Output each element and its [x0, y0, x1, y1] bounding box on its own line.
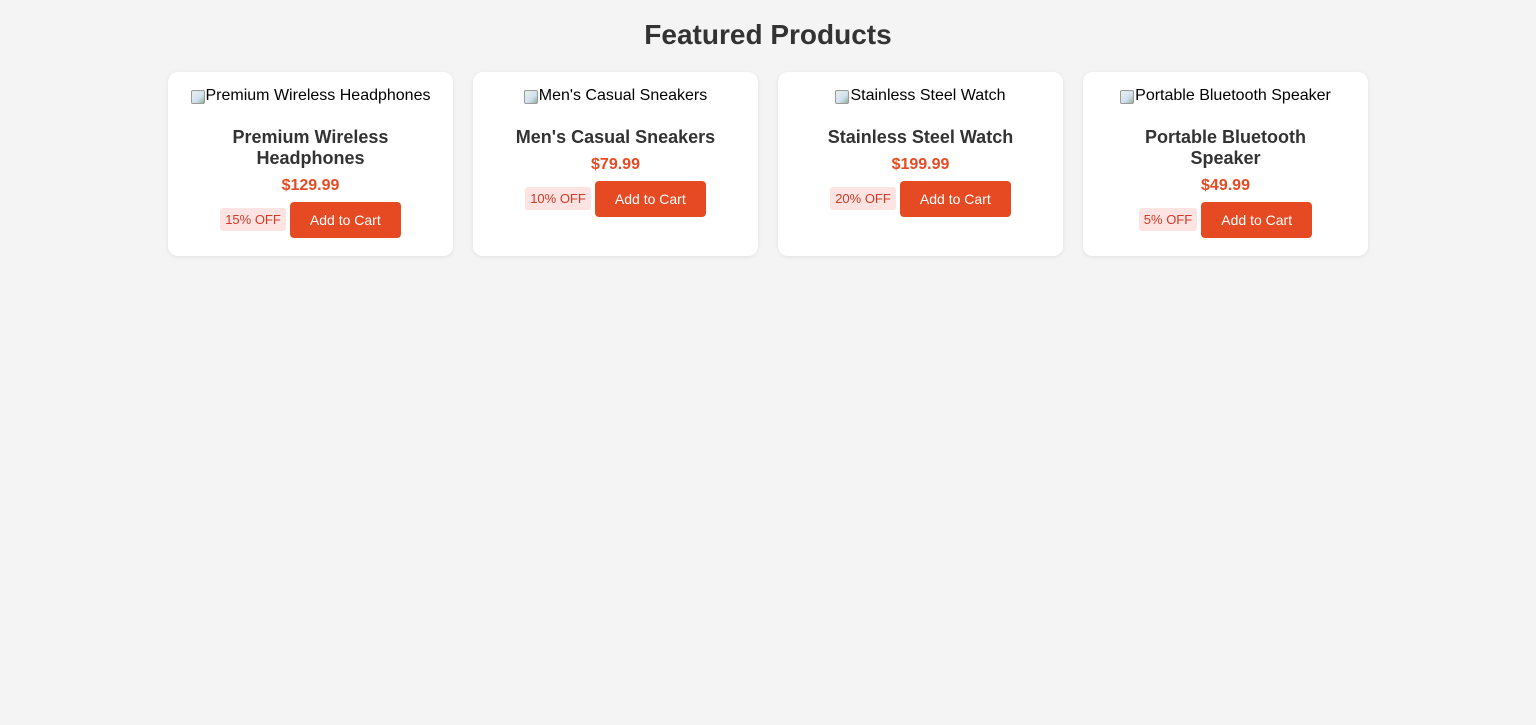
product-actions: 15% OFF Add to Cart [168, 201, 453, 238]
product-card: Portable Bluetooth Speaker Portable Blue… [1083, 72, 1368, 256]
product-image-alt: Premium Wireless Headphones [205, 87, 431, 104]
product-image[interactable]: Portable Bluetooth Speaker [1120, 86, 1331, 105]
product-name: Portable Bluetooth Speaker [1145, 126, 1306, 168]
discount-badge: 5% OFF [1138, 208, 1198, 231]
discount-badge: 15% OFF [220, 208, 286, 231]
add-to-cart-button[interactable]: Add to Cart [1201, 201, 1313, 238]
broken-image-icon [523, 89, 538, 104]
product-image[interactable]: Stainless Steel Watch [835, 86, 1006, 105]
product-name: Men's Casual Sneakers [515, 126, 716, 147]
product-card: Men's Casual Sneakers Men's Casual Sneak… [473, 72, 758, 256]
product-actions: 10% OFF Add to Cart [473, 180, 758, 217]
product-price: $79.99 [591, 155, 640, 173]
page-title: Featured Products [644, 19, 892, 50]
product-actions: 5% OFF Add to Cart [1083, 201, 1368, 238]
add-to-cart-button[interactable]: Add to Cart [289, 201, 401, 238]
product-actions: 20% OFF Add to Cart [778, 180, 1063, 217]
product-image-alt: Portable Bluetooth Speaker [1135, 87, 1331, 104]
product-price: $199.99 [891, 155, 950, 173]
broken-image-icon [1120, 89, 1135, 104]
product-price: $49.99 [1201, 176, 1250, 194]
product-card: Premium Wireless Headphones Premium Wire… [168, 72, 453, 256]
discount-badge: 10% OFF [525, 187, 591, 210]
product-name: Premium Wireless Headphones [232, 126, 389, 168]
broken-image-icon [835, 89, 850, 104]
discount-badge: 20% OFF [830, 187, 896, 210]
product-image[interactable]: Premium Wireless Headphones [190, 86, 431, 105]
product-image-alt: Stainless Steel Watch [850, 87, 1006, 104]
product-card: Stainless Steel Watch Stainless Steel Wa… [778, 72, 1063, 256]
product-price: $129.99 [281, 176, 340, 194]
broken-image-icon [190, 89, 205, 104]
product-image-alt: Men's Casual Sneakers [538, 87, 708, 104]
product-grid: Premium Wireless Headphones Premium Wire… [168, 72, 1368, 256]
add-to-cart-button[interactable]: Add to Cart [899, 180, 1011, 217]
product-image[interactable]: Men's Casual Sneakers [523, 86, 708, 105]
product-name: Stainless Steel Watch [827, 126, 1014, 147]
add-to-cart-button[interactable]: Add to Cart [594, 180, 706, 217]
